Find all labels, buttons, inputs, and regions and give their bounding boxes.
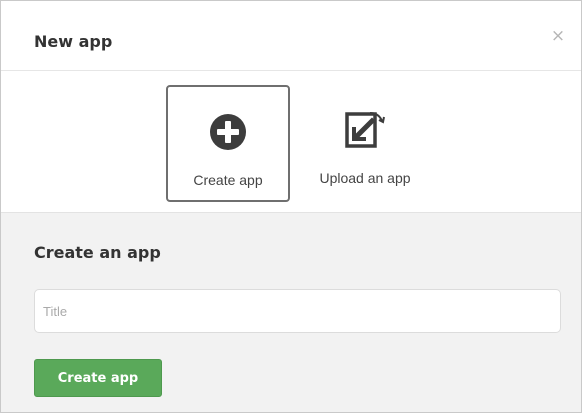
create-app-option[interactable]: Create app: [166, 85, 290, 202]
dialog-header: New app ×: [1, 1, 581, 71]
create-app-option-label: Create app: [193, 172, 263, 188]
form-heading: Create an app: [34, 243, 161, 262]
title-input[interactable]: [34, 289, 561, 333]
upload-icon: [303, 107, 427, 153]
new-app-dialog: New app × Create app Upload an app Creat…: [0, 0, 582, 413]
create-app-button[interactable]: Create app: [34, 359, 162, 397]
upload-app-option-label: Upload an app: [319, 170, 411, 186]
upload-app-option[interactable]: Upload an app: [303, 85, 427, 202]
dialog-title: New app: [34, 32, 113, 51]
create-app-form: Create an app Create app: [1, 212, 581, 412]
app-source-choices: Create app Upload an app: [1, 72, 581, 212]
close-icon[interactable]: ×: [549, 27, 567, 45]
plus-circle-icon: [168, 109, 288, 155]
